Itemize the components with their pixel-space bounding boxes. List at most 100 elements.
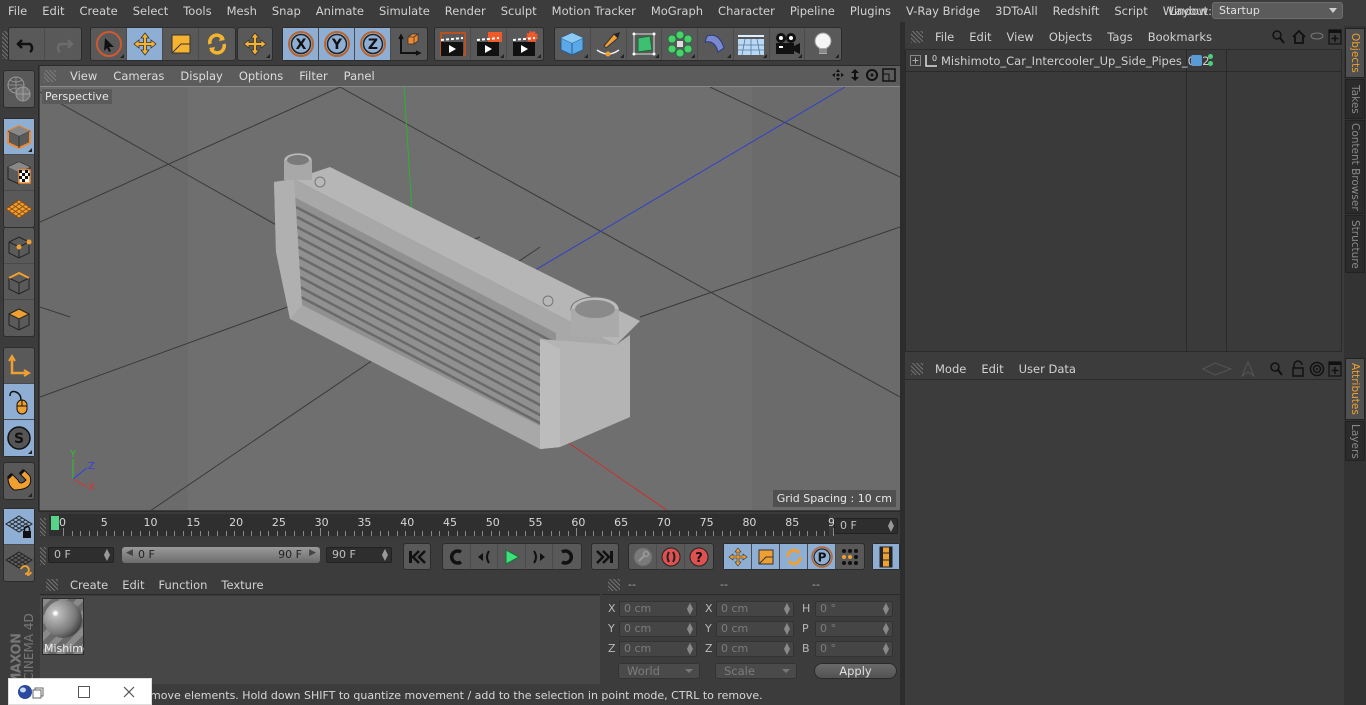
lock-icon[interactable] <box>1291 360 1305 378</box>
spinner-icon[interactable]: ▲ ▼ <box>883 642 889 656</box>
spinner-icon[interactable]: ▲ ▼ <box>883 602 889 616</box>
rotation-p-field[interactable]: 0 ° ▲ ▼ <box>815 621 893 637</box>
back-arrow-icon[interactable] <box>1201 361 1237 377</box>
transport-grip[interactable] <box>40 547 46 565</box>
menu-motion-tracker[interactable]: Motion Tracker <box>544 4 643 18</box>
rotation-b-field[interactable]: 0 ° ▲ ▼ <box>815 641 893 657</box>
planar-workplane-button[interactable] <box>4 545 34 581</box>
spinner-icon[interactable]: ▲ ▼ <box>687 642 693 656</box>
current-frame-field[interactable]: 0 F ▲ ▼ <box>834 518 898 534</box>
objects-menu-view[interactable]: View <box>999 30 1041 44</box>
apply-button[interactable]: Apply <box>814 663 897 679</box>
size-mode-dropdown[interactable]: Scale <box>715 663 797 679</box>
new-panel-icon[interactable] <box>1328 361 1342 377</box>
viewport-grip[interactable] <box>44 70 56 82</box>
menu-sculpt[interactable]: Sculpt <box>493 4 544 18</box>
viewport-menu-panel[interactable]: Panel <box>336 69 383 83</box>
position-z-field[interactable]: 0 cm ▲ ▼ <box>619 641 697 657</box>
redo-button[interactable] <box>45 28 81 60</box>
polygons-mode-button[interactable] <box>4 300 34 336</box>
material-menu-create[interactable]: Create <box>62 578 114 592</box>
coordinate-system-button[interactable] <box>391 28 427 60</box>
floor-button[interactable] <box>734 28 770 60</box>
menu-script[interactable]: Script <box>1106 4 1154 18</box>
attribute-grip[interactable] <box>911 362 923 375</box>
frame-range-slider[interactable]: ◀ 0 F 90 F ▶ <box>122 547 320 563</box>
close-icon[interactable] <box>122 685 136 699</box>
menu-simulate[interactable]: Simulate <box>371 4 437 18</box>
eye-icon[interactable] <box>1310 31 1324 41</box>
cinema4d-logo-icon[interactable] <box>16 684 46 700</box>
viewport-menu-cameras[interactable]: Cameras <box>105 69 172 83</box>
parameter-key-button[interactable]: P <box>808 544 836 569</box>
material-menu-function[interactable]: Function <box>151 578 214 592</box>
tweak-mode-button[interactable] <box>4 384 34 420</box>
spinner-icon[interactable]: ▲ ▼ <box>784 622 790 636</box>
coordinates-grip[interactable] <box>608 579 620 591</box>
objects-menu-objects[interactable]: Objects <box>1041 30 1099 44</box>
editor-visibility-dot[interactable] <box>1208 54 1213 59</box>
spinner-icon[interactable]: ▲ ▼ <box>104 548 110 562</box>
play-button[interactable] <box>498 544 526 569</box>
object-name[interactable]: Mishimoto_Car_Intercooler_Up_Side_Pipes_… <box>941 54 1210 68</box>
undo-button[interactable] <box>9 28 45 60</box>
menu-edit[interactable]: Edit <box>34 4 71 18</box>
bend-deformer-button[interactable] <box>698 28 734 60</box>
menu-snap[interactable]: Snap <box>264 4 308 18</box>
size-y-field[interactable]: 0 cm ▲ ▼ <box>716 621 794 637</box>
scale-tool-button[interactable] <box>163 28 199 60</box>
render-visibility-dot[interactable] <box>1208 61 1213 66</box>
live-selection-button[interactable] <box>91 28 127 60</box>
object-row[interactable]: 0 Mishimoto_Car_Intercooler_Up_Side_Pipe… <box>906 50 1341 72</box>
menu-vray-bridge[interactable]: V-Ray Bridge <box>898 4 987 18</box>
size-z-field[interactable]: 0 cm ▲ ▼ <box>716 641 794 657</box>
material-grip[interactable] <box>46 578 58 591</box>
rotation-key-button[interactable] <box>780 544 808 569</box>
points-mode-button[interactable] <box>4 228 34 264</box>
expand-icon[interactable] <box>910 55 921 66</box>
render-picture-viewer-button[interactable] <box>471 28 507 60</box>
rotation-h-field[interactable]: 0 ° ▲ ▼ <box>815 601 893 617</box>
cube-button[interactable] <box>555 28 591 60</box>
timeline-grip[interactable] <box>40 518 46 536</box>
zoom-view-icon[interactable] <box>848 68 862 82</box>
keyframe-selection-button[interactable]: ? <box>685 544 713 569</box>
3d-viewport[interactable]: Y Z X Perspective Grid Spacing : 10 cm <box>40 86 900 510</box>
x-axis-button[interactable]: X <box>283 28 319 60</box>
tab-attributes[interactable]: Attributes <box>1345 358 1365 420</box>
menu-file[interactable]: File <box>0 4 34 18</box>
cloner-button[interactable] <box>662 28 698 60</box>
viewport-menu-display[interactable]: Display <box>172 69 230 83</box>
viewport-menu-filter[interactable]: Filter <box>291 69 335 83</box>
maximize-view-icon[interactable] <box>882 68 896 82</box>
go-to-end-button[interactable] <box>592 544 618 569</box>
menu-animate[interactable]: Animate <box>308 4 371 18</box>
menu-mesh[interactable]: Mesh <box>219 4 264 18</box>
tab-structure[interactable]: Structure <box>1345 215 1365 273</box>
edges-mode-button[interactable] <box>4 264 34 300</box>
playhead[interactable] <box>51 516 59 530</box>
viewport-menu-view[interactable]: View <box>62 69 105 83</box>
spinner-icon[interactable]: ▲ ▼ <box>883 622 889 636</box>
object-manager-grip[interactable] <box>911 31 923 43</box>
spinner-icon[interactable]: ▲ ▼ <box>687 602 693 616</box>
solo-button[interactable]: S <box>4 420 34 456</box>
render-view-button[interactable] <box>435 28 471 60</box>
tab-layers[interactable]: Layers <box>1345 421 1365 461</box>
material-swatch[interactable]: Mishimoto <box>42 598 84 655</box>
search-icon[interactable] <box>1271 29 1285 45</box>
layer-color-swatch[interactable] <box>1191 55 1202 66</box>
snap-button[interactable] <box>4 463 34 499</box>
attributes-menu-edit[interactable]: Edit <box>973 362 1010 376</box>
go-to-start-button[interactable] <box>404 544 430 569</box>
previous-frame-button[interactable] <box>471 544 499 569</box>
timeline-ruler[interactable]: 051015202530354045505560657075808590 <box>49 514 842 536</box>
spinner-icon[interactable]: ▲ ▼ <box>784 642 790 656</box>
recent-tool-button[interactable] <box>238 28 272 60</box>
new-panel-icon[interactable] <box>1328 29 1342 45</box>
material-menu-edit[interactable]: Edit <box>114 578 150 592</box>
menu-plugins[interactable]: Plugins <box>842 4 898 18</box>
rotate-tool-button[interactable] <box>199 28 235 60</box>
attributes-menu-user-data[interactable]: User Data <box>1011 362 1083 376</box>
position-key-button[interactable] <box>724 544 752 569</box>
